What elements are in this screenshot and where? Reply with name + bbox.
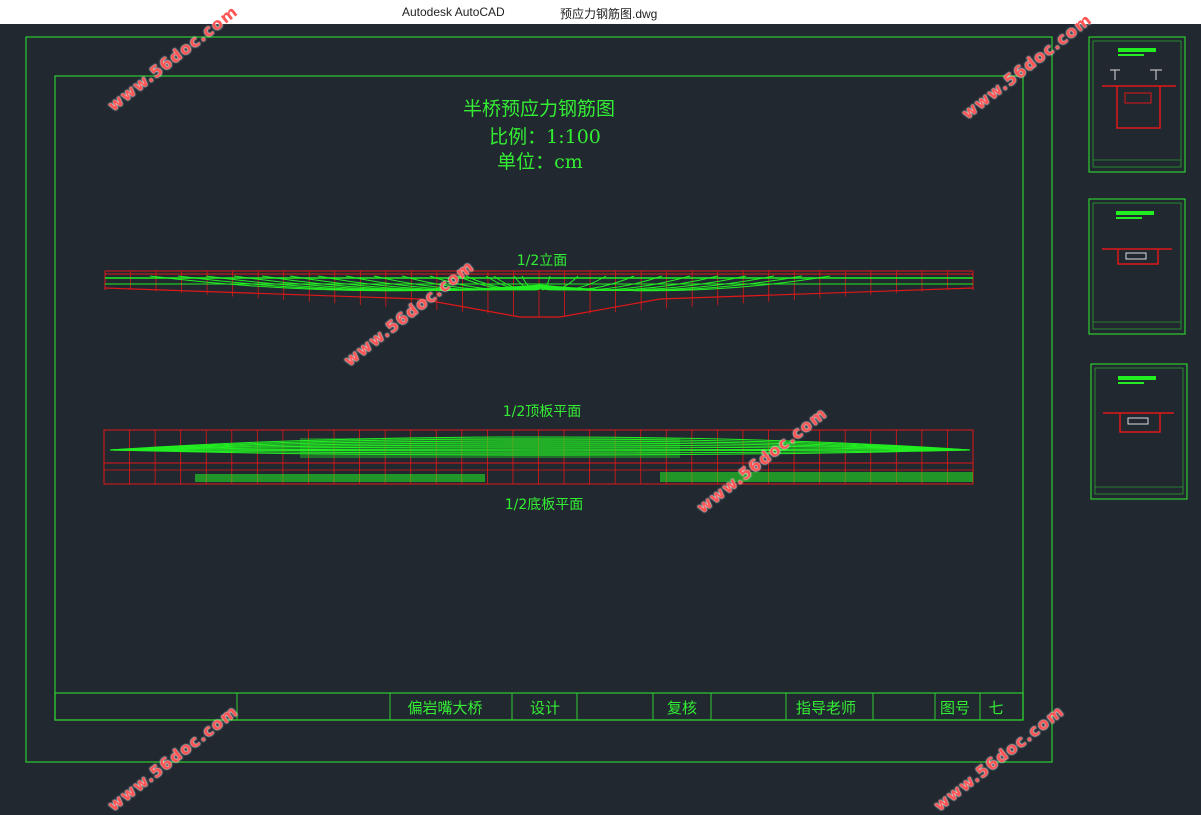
elevation-view (104, 270, 974, 318)
section-thumb-3[interactable] (1090, 363, 1188, 500)
window-titlebar: Autodesk AutoCAD 预应力钢筋图.dwg (0, 0, 1201, 24)
top-plan-view (103, 429, 974, 485)
review-label: 复核 (667, 699, 697, 717)
top-plan-label: 1/2顶板平面 (503, 404, 582, 420)
project-name: 偏岩嘴大桥 (407, 699, 482, 717)
bottom-plan-label: 1/2底板平面 (505, 497, 584, 513)
design-label: 设计 (530, 699, 560, 717)
drawing-title: 半桥预应力钢筋图 (463, 98, 615, 120)
elevation-label: 1/2立面 (517, 253, 568, 269)
drawing-no-label: 图号 (940, 699, 970, 717)
section-thumb-1[interactable] (1088, 36, 1186, 173)
drawing-no-value: 七 (988, 699, 1003, 717)
app-title: Autodesk AutoCAD (402, 5, 505, 19)
advisor-label: 指导老师 (796, 699, 856, 717)
drawing-canvas[interactable]: 半桥预应力钢筋图 比例：1:100 单位：cm 1/2立面 1/2顶板平面 1/… (0, 24, 1201, 805)
drawing-unit: 单位：cm (497, 151, 583, 173)
file-title: 预应力钢筋图.dwg (560, 7, 658, 21)
section-thumb-2[interactable] (1088, 198, 1186, 335)
drawing-scale: 比例：1:100 (489, 126, 601, 148)
